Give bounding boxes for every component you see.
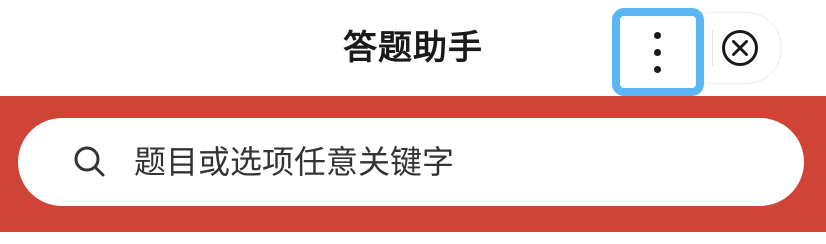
search-icon (74, 146, 105, 177)
close-button[interactable] (720, 28, 760, 68)
content-top-edge (0, 232, 826, 244)
more-vertical-icon-dot-bottom (654, 66, 661, 73)
search-input[interactable]: 题目或选项任意关键字 (18, 118, 804, 206)
more-options-button[interactable] (612, 8, 704, 96)
capsule-divider (712, 30, 713, 66)
more-vertical-icon-dot-top (654, 32, 661, 39)
more-vertical-icon-dot-middle (654, 49, 661, 56)
search-placeholder: 题目或选项任意关键字 (134, 143, 455, 181)
search-band: 题目或选项任意关键字 (0, 96, 826, 232)
close-circle-icon (722, 30, 758, 66)
mini-program-screen: 答题助手 题目或选项任意关键字 (0, 0, 826, 244)
navigation-bar: 答题助手 (0, 0, 826, 96)
